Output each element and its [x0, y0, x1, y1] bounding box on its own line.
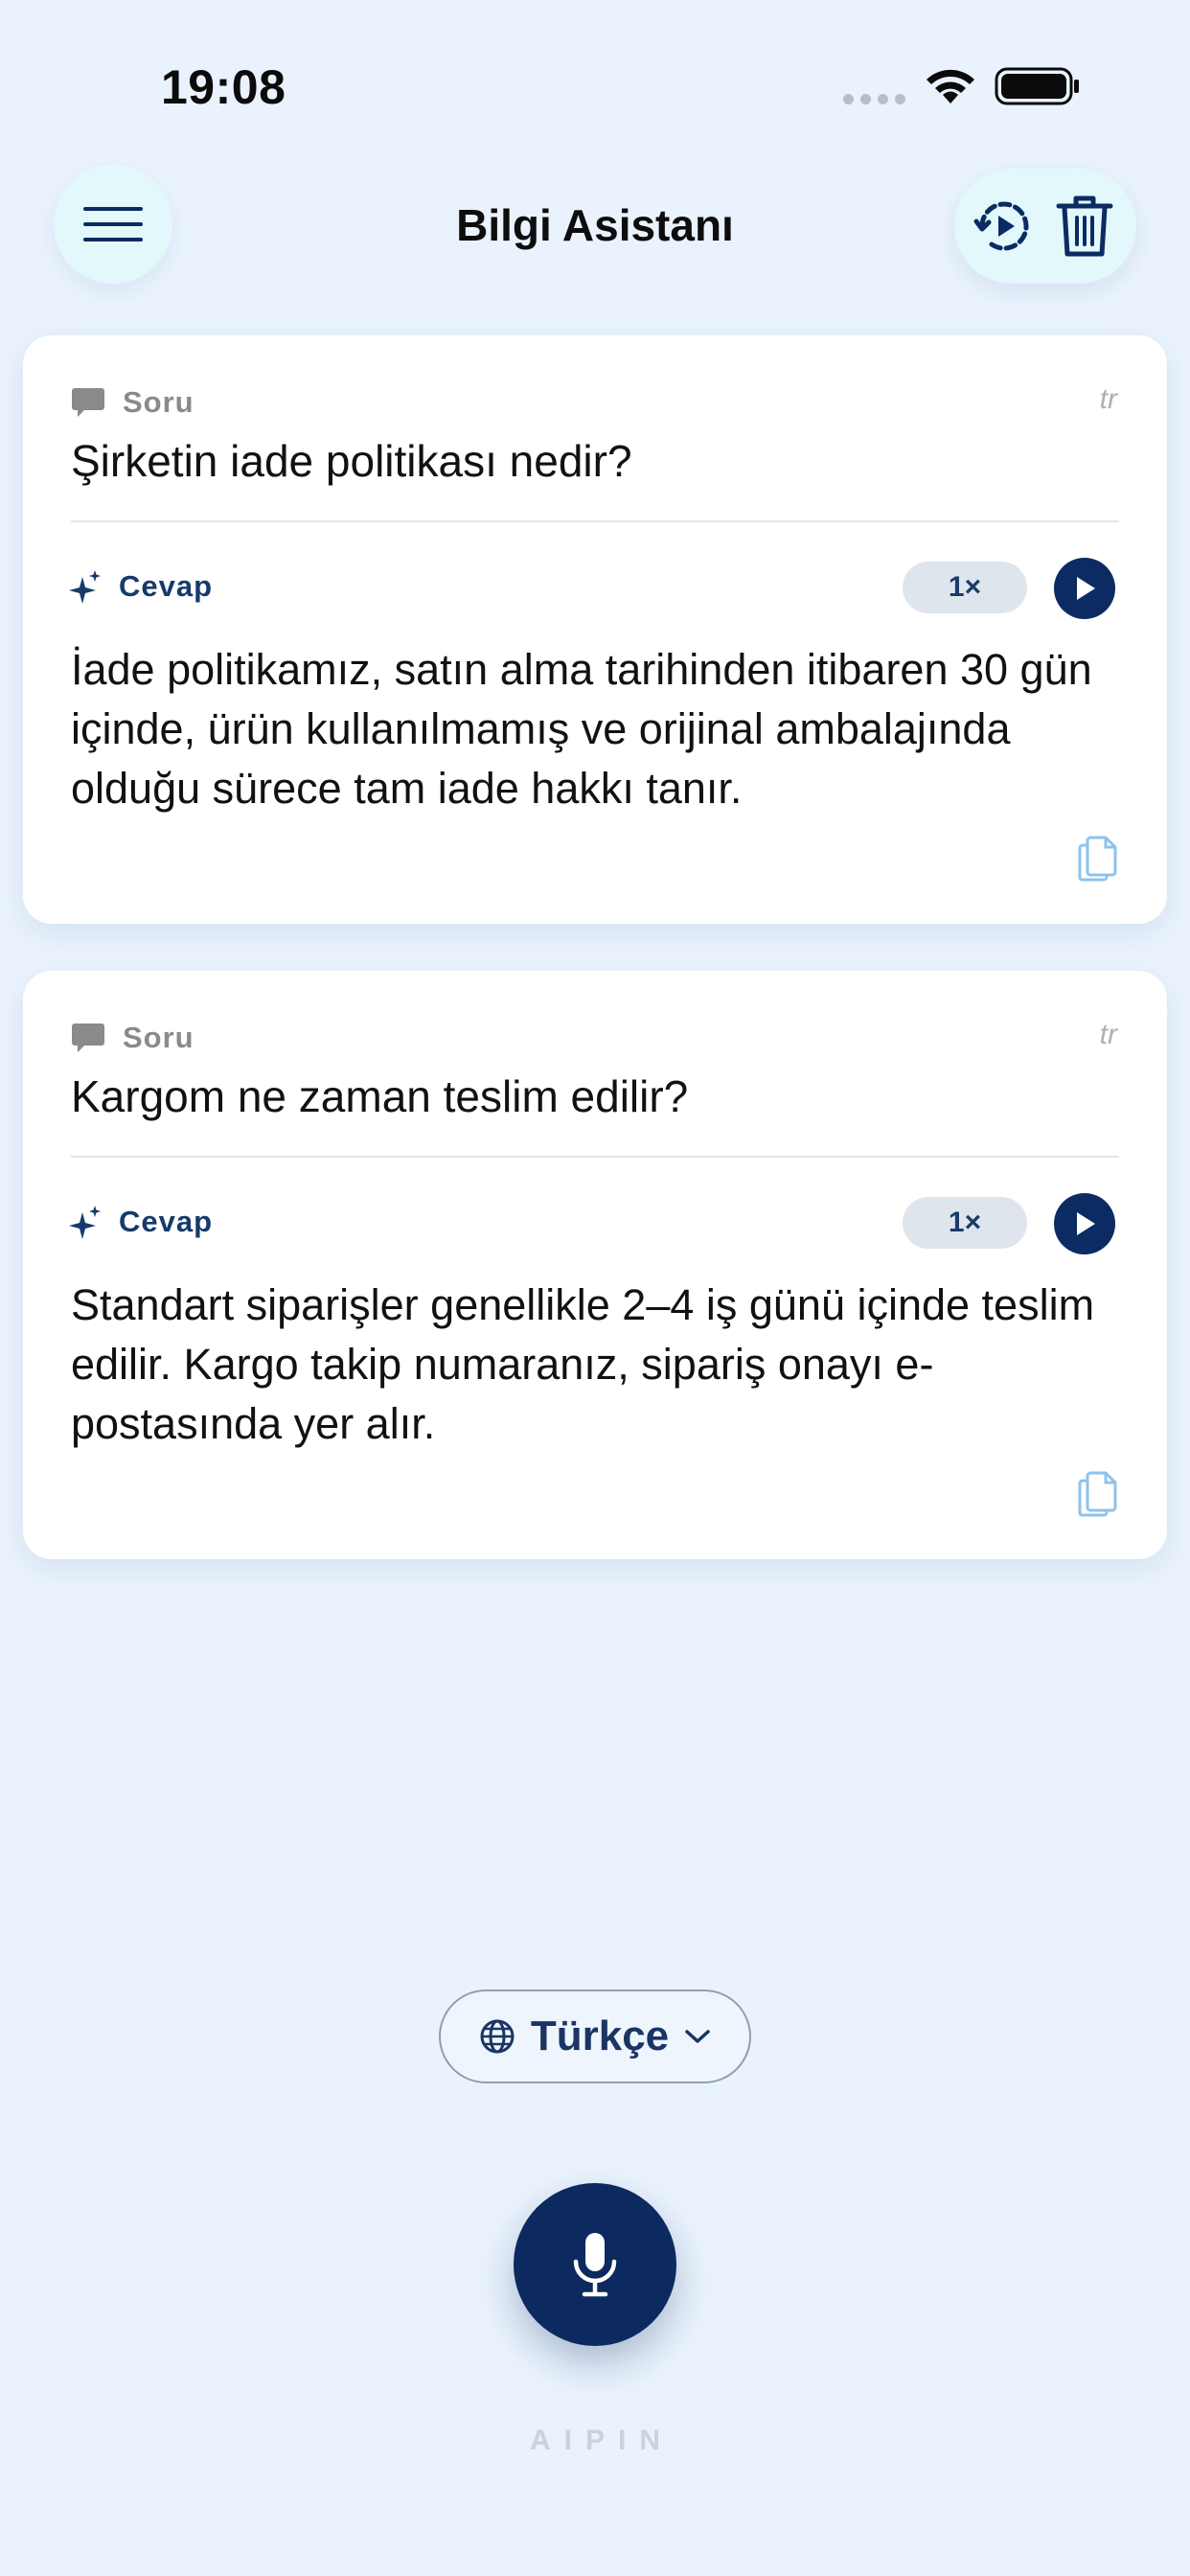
play-icon — [1077, 577, 1095, 600]
battery-icon — [995, 67, 1079, 105]
sparkle-icon — [69, 570, 101, 604]
answer-label: Cevap — [119, 569, 214, 603]
brand-logo-text: AIPIN — [529, 2425, 674, 2456]
playback-speed-button[interactable]: 1× — [903, 562, 1027, 613]
divider — [71, 520, 1119, 522]
play-button[interactable] — [1054, 1193, 1115, 1254]
wifi-icon — [927, 69, 974, 104]
qa-card: Soru tr Kargom ne zaman teslim edilir? C… — [23, 971, 1167, 1559]
globe-icon — [480, 2019, 515, 2054]
microphone-icon — [573, 2233, 617, 2297]
trash-icon — [1056, 196, 1113, 257]
status-bar: 19:08 — [0, 0, 1190, 163]
cellular-signal-icon — [843, 94, 905, 104]
chat-bubble-icon — [72, 388, 104, 417]
language-tag: tr — [1099, 383, 1117, 415]
language-label: Türkçe — [530, 2012, 670, 2059]
playback-speed-button[interactable]: 1× — [903, 1197, 1027, 1249]
answer-text: İade politikamız, satın alma tarihinden … — [71, 645, 1092, 813]
question-label: Soru — [123, 385, 195, 419]
chevron-down-icon — [685, 2030, 710, 2043]
microphone-button[interactable] — [514, 2183, 676, 2346]
language-tag: tr — [1099, 1019, 1117, 1050]
answer-text: Standart siparişler genellikle 2–4 iş gü… — [71, 1280, 1095, 1448]
app-header: Bilgi Asistanı — [0, 163, 1190, 307]
replay-icon — [973, 201, 1029, 251]
answer-label: Cevap — [119, 1205, 214, 1238]
delete-button[interactable] — [1046, 186, 1123, 266]
header-actions — [954, 169, 1136, 284]
question-text: Kargom ne zaman teslim edilir? — [71, 1071, 689, 1121]
replay-button[interactable] — [966, 188, 1042, 264]
copy-icon[interactable] — [1077, 1469, 1119, 1517]
question-text: Şirketin iade politikası nedir? — [71, 436, 632, 486]
question-label: Soru — [123, 1021, 195, 1054]
play-icon — [1077, 1212, 1095, 1235]
play-button[interactable] — [1054, 558, 1115, 619]
divider — [71, 1156, 1119, 1158]
sparkle-icon — [69, 1206, 101, 1239]
copy-icon[interactable] — [1077, 834, 1119, 882]
chat-bubble-icon — [72, 1024, 104, 1052]
status-time: 19:08 — [161, 60, 286, 114]
language-selector[interactable]: Türkçe — [439, 1990, 751, 2083]
qa-card: Soru tr Şirketin iade politikası nedir? … — [23, 335, 1167, 924]
